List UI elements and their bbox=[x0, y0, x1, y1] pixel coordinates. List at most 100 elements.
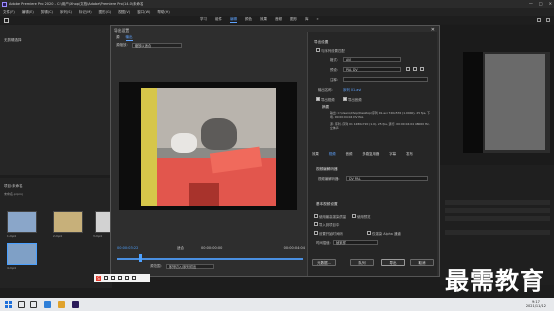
minimize-icon[interactable]: — bbox=[529, 1, 533, 6]
output-name-link[interactable]: 序列 01.avi bbox=[343, 87, 361, 92]
program-frame-letterbox bbox=[463, 52, 483, 153]
ws-tab-effects[interactable]: 效果 bbox=[260, 17, 267, 23]
use-previews-checkbox[interactable] bbox=[352, 214, 356, 218]
match-sequence-checkbox[interactable] bbox=[316, 48, 320, 52]
menu-bar: 文件(F) 编辑(E) 剪辑(C) 序列(S) 标记(M) 图形(G) 视图(V… bbox=[0, 8, 554, 16]
menu-clip[interactable]: 剪辑(C) bbox=[41, 10, 53, 15]
windows-start-icon[interactable] bbox=[5, 301, 12, 308]
tab-multiplexer[interactable]: 多路复用器 bbox=[362, 151, 379, 156]
clock[interactable]: 9:17 2021/11/12 bbox=[526, 300, 546, 309]
video-codec-dropdown[interactable]: DV PAL bbox=[346, 176, 428, 181]
clip-thumbnail[interactable] bbox=[7, 211, 37, 233]
menu-view[interactable]: 视图(V) bbox=[118, 10, 130, 15]
search-icon[interactable] bbox=[18, 301, 25, 308]
import-into-project-checkbox[interactable] bbox=[314, 222, 318, 226]
ws-tab-libraries[interactable]: 库 bbox=[305, 17, 309, 23]
settings-tabs: 效果 视频 音频 多路复用器 字幕 发布 bbox=[312, 151, 413, 156]
clip-thumbnail[interactable] bbox=[53, 211, 83, 233]
program-frame bbox=[463, 52, 550, 153]
export-video-checkbox[interactable] bbox=[316, 97, 320, 101]
export-audio-checkbox[interactable] bbox=[343, 97, 347, 101]
ws-tab-audio[interactable]: 音频 bbox=[275, 17, 282, 23]
render-alpha-checkbox[interactable] bbox=[367, 231, 371, 235]
workspace-tools bbox=[537, 17, 550, 22]
menu-edit[interactable]: 编辑(E) bbox=[22, 10, 34, 15]
clip-thumbnail-selected[interactable] bbox=[7, 243, 37, 265]
format-dropdown[interactable]: AVI bbox=[343, 57, 401, 62]
summary-text: 输出: C:\Users\Xhop\Desktop\序列 01.avi 720x… bbox=[330, 111, 433, 130]
task-view-icon[interactable] bbox=[30, 301, 37, 308]
basic-video-section[interactable]: 基本视频设置 bbox=[316, 202, 338, 207]
playhead-handle[interactable] bbox=[139, 254, 142, 262]
timeline-track[interactable] bbox=[445, 208, 550, 213]
project-panel-label[interactable]: 项目:未命名 bbox=[4, 184, 23, 189]
ime-mode-icon[interactable] bbox=[104, 276, 108, 280]
search-icon[interactable] bbox=[537, 17, 541, 22]
clip-label: 2.mp4 bbox=[53, 234, 62, 238]
ime-voice-icon[interactable] bbox=[118, 276, 122, 280]
set-start-timecode-checkbox[interactable] bbox=[314, 231, 318, 235]
save-preset-icon[interactable] bbox=[406, 67, 410, 71]
output-name-label: 输出名称: bbox=[318, 88, 333, 92]
scrub-bar[interactable] bbox=[117, 258, 303, 260]
source-panel-tab[interactable]: 无剪辑选择 bbox=[4, 38, 22, 43]
ime-punct-icon[interactable] bbox=[111, 276, 115, 280]
import-preset-icon[interactable] bbox=[413, 67, 417, 71]
video-codec-section[interactable]: 视频编解码器 bbox=[316, 167, 338, 172]
frame-bowl bbox=[171, 133, 197, 153]
sogou-ime-icon[interactable]: S bbox=[96, 275, 101, 281]
export-settings-title[interactable]: 导出设置 bbox=[314, 40, 328, 45]
ime-keyboard-icon[interactable] bbox=[125, 276, 129, 280]
clip-label: 3.mp4 bbox=[93, 234, 102, 238]
ime-toolbar: S bbox=[94, 274, 150, 282]
preset-dropdown[interactable]: PAL DV bbox=[343, 67, 401, 72]
zoom-dropdown[interactable]: 适合 bbox=[177, 246, 184, 251]
timeline-track[interactable] bbox=[445, 200, 550, 205]
close-window-icon[interactable]: ✕ bbox=[549, 1, 552, 6]
export-button[interactable]: 导出 bbox=[381, 259, 405, 266]
metadata-button[interactable]: 元数据... bbox=[312, 259, 336, 266]
ws-more-icon[interactable]: » bbox=[317, 17, 319, 23]
delete-preset-icon[interactable] bbox=[420, 67, 424, 71]
edge-icon[interactable] bbox=[44, 301, 51, 308]
source-scaling-row: 源缩放: 缩放以适合 bbox=[116, 43, 182, 48]
menu-sequence[interactable]: 序列(S) bbox=[60, 10, 72, 15]
comment-field[interactable] bbox=[343, 77, 428, 82]
file-explorer-icon[interactable] bbox=[58, 301, 65, 308]
tab-publish[interactable]: 发布 bbox=[406, 151, 413, 156]
menu-graphics[interactable]: 图形(G) bbox=[99, 10, 111, 15]
time-interpolation-dropdown[interactable]: 帧采样 bbox=[333, 240, 378, 245]
ws-tab-color[interactable]: 颜色 bbox=[245, 17, 252, 23]
source-scaling-label: 源缩放: bbox=[116, 43, 128, 47]
menu-help[interactable]: 帮助(H) bbox=[157, 10, 169, 15]
timeline-track[interactable] bbox=[445, 230, 550, 235]
cancel-button[interactable]: 取消 bbox=[410, 259, 434, 266]
ws-tab-learn[interactable]: 学习 bbox=[200, 17, 207, 23]
ws-tab-graphics[interactable]: 图形 bbox=[290, 17, 297, 23]
tab-captions[interactable]: 字幕 bbox=[389, 151, 396, 156]
ws-tab-editing[interactable]: 编辑 bbox=[230, 17, 237, 23]
premiere-taskbar-icon[interactable] bbox=[72, 301, 79, 308]
tab-video[interactable]: 视频 bbox=[329, 151, 336, 156]
menu-file[interactable]: 文件(F) bbox=[3, 10, 15, 15]
tab-audio[interactable]: 音频 bbox=[346, 151, 353, 156]
menu-marker[interactable]: 标记(M) bbox=[79, 10, 92, 15]
ws-tab-assembly[interactable]: 组件 bbox=[215, 17, 222, 23]
max-render-quality-checkbox[interactable] bbox=[314, 214, 318, 218]
source-scaling-dropdown[interactable]: 缩放以适合 bbox=[131, 43, 182, 48]
timeline-track[interactable] bbox=[445, 216, 550, 221]
export-audio-label: 导出音频 bbox=[348, 98, 362, 102]
source-range-dropdown[interactable]: 序列切入/序列切出 bbox=[165, 264, 214, 269]
tab-output[interactable]: 输出 bbox=[125, 35, 133, 41]
menu-window[interactable]: 窗口(W) bbox=[137, 10, 150, 15]
maximize-icon[interactable]: □ bbox=[539, 1, 543, 6]
frame-cat bbox=[201, 118, 237, 150]
ime-skin-icon[interactable] bbox=[132, 276, 136, 280]
tab-effects[interactable]: 效果 bbox=[312, 151, 319, 156]
share-icon[interactable] bbox=[546, 17, 550, 22]
queue-button[interactable]: 队列 bbox=[350, 259, 374, 266]
tab-source[interactable]: 源 bbox=[116, 35, 120, 41]
current-timecode[interactable]: 00:00:03:22 bbox=[117, 246, 138, 250]
project-panel: 项目:未命名 未命名.prproj bbox=[0, 178, 112, 288]
home-icon[interactable] bbox=[4, 17, 9, 23]
